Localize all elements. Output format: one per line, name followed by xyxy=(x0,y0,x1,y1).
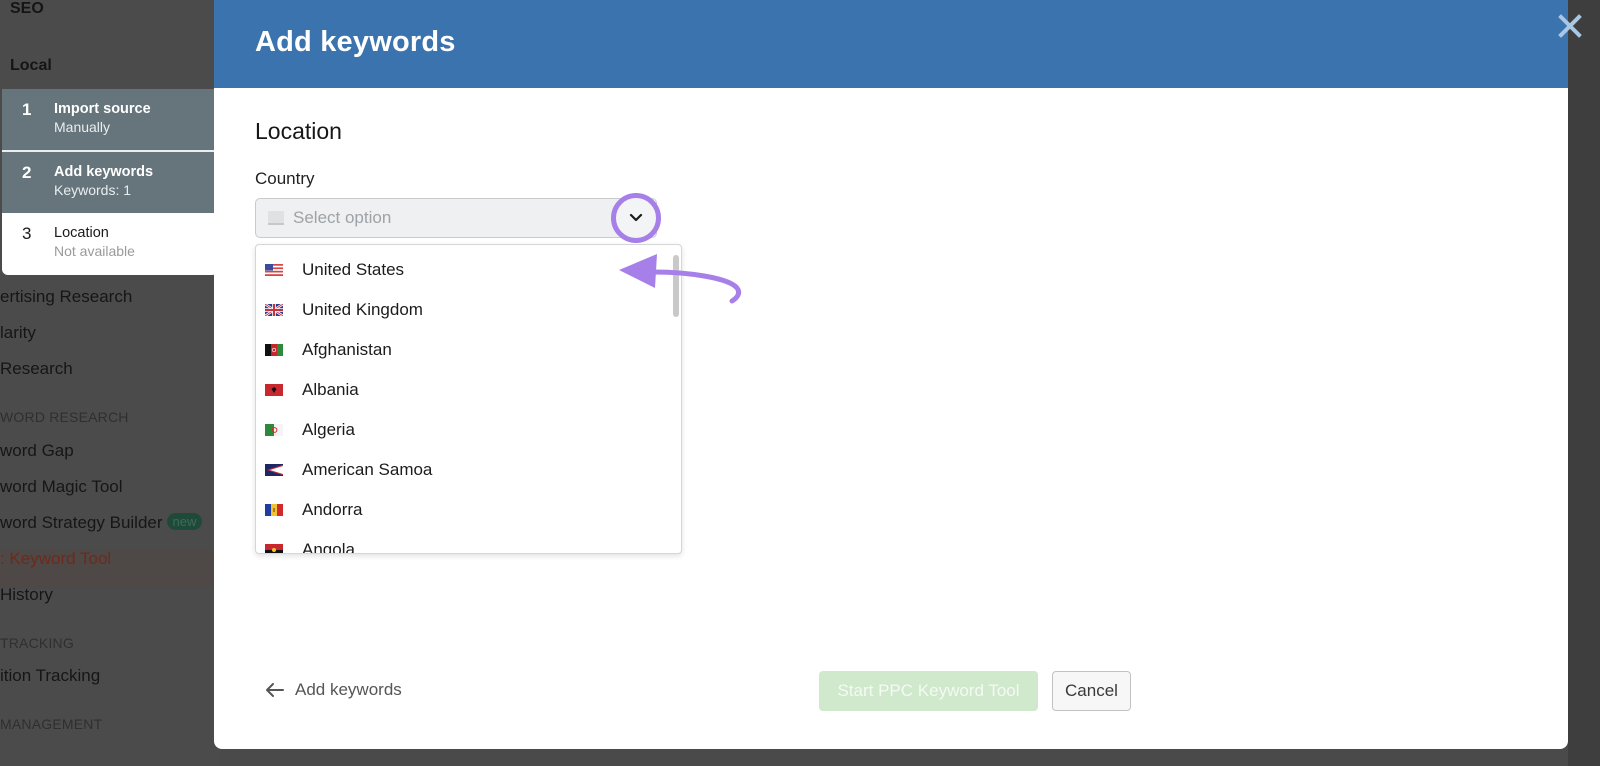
sidebar-item-label: word Strategy Builder xyxy=(0,513,163,532)
option-united-states[interactable]: United States xyxy=(256,250,671,290)
step-number: 3 xyxy=(22,224,32,243)
sidebar-heading-local: Local xyxy=(10,57,52,74)
step-number: 1 xyxy=(22,100,32,119)
option-american-samoa[interactable]: American Samoa xyxy=(256,450,671,490)
sidebar-item-ppc-keyword-tool[interactable]: : Keyword Tool xyxy=(0,549,111,569)
step-title: Location xyxy=(54,225,109,241)
sidebar-item-keyword-strategy-builder[interactable]: word Strategy Builder new xyxy=(0,513,203,533)
option-angola[interactable]: Angola xyxy=(256,530,671,554)
sidebar-heading-seo: SEO xyxy=(10,0,44,17)
start-ppc-keyword-tool-button[interactable]: Start PPC Keyword Tool xyxy=(819,671,1038,711)
close-icon xyxy=(1558,14,1582,38)
option-albania[interactable]: Albania xyxy=(256,370,671,410)
ad-flag-icon xyxy=(265,504,283,516)
step-title: Import source xyxy=(54,101,151,117)
sidebar-section-keyword-research: WORD RESEARCH xyxy=(0,409,129,425)
new-badge: new xyxy=(166,513,203,530)
sidebar-item-position-tracking[interactable]: ition Tracking xyxy=(0,666,100,686)
as-flag-icon xyxy=(265,464,283,476)
dropdown-scrollbar[interactable] xyxy=(673,255,679,317)
sidebar-item-research[interactable]: Research xyxy=(0,359,73,379)
option-label: Afghanistan xyxy=(302,340,392,359)
al-flag-icon xyxy=(265,384,283,396)
step-location: 3 Location Not available xyxy=(2,213,218,275)
ao-flag-icon xyxy=(265,544,283,553)
flag-placeholder-icon xyxy=(268,211,284,225)
wizard-steps: 1 Import source Manually 2 Add keywords … xyxy=(2,89,218,275)
sidebar-item-keyword-magic-tool[interactable]: word Magic Tool xyxy=(0,477,123,497)
background-overlay-right xyxy=(1568,0,1600,766)
option-united-kingdom[interactable]: United Kingdom xyxy=(256,290,671,330)
option-label: Algeria xyxy=(302,420,355,439)
arrow-left-icon xyxy=(266,683,284,697)
add-keywords-modal: Add keywords Location Country Select opt… xyxy=(214,0,1582,749)
sidebar-item-keyword-gap[interactable]: word Gap xyxy=(0,441,74,461)
step-subtitle: Not available xyxy=(54,243,135,259)
option-label: American Samoa xyxy=(302,460,433,479)
af-flag-icon xyxy=(265,344,283,356)
modal-header: Add keywords xyxy=(214,0,1582,88)
sidebar-section-management: MANAGEMENT xyxy=(0,716,103,732)
us-flag-icon xyxy=(265,264,283,276)
step-title: Add keywords xyxy=(54,164,154,180)
select-placeholder: Select option xyxy=(293,208,392,227)
close-button[interactable] xyxy=(1556,12,1584,40)
option-label: United States xyxy=(302,260,405,279)
step-subtitle: Keywords: 1 xyxy=(54,182,132,198)
country-dropdown-list[interactable]: United States United Kingdom Afghanistan xyxy=(255,244,682,554)
dropdown-toggle-button[interactable] xyxy=(611,193,661,243)
sidebar-item-clarity[interactable]: larity xyxy=(0,323,36,343)
back-to-add-keywords-link[interactable]: Add keywords xyxy=(265,680,402,700)
dz-flag-icon xyxy=(265,424,283,436)
step-add-keywords[interactable]: 2 Add keywords Keywords: 1 xyxy=(2,152,218,214)
option-label: Albania xyxy=(302,380,359,399)
section-title-location: Location xyxy=(255,118,342,144)
option-label: United Kingdom xyxy=(302,300,423,319)
modal-title: Add keywords xyxy=(255,26,456,58)
option-label: Angola xyxy=(302,540,355,554)
country-select[interactable]: Select option xyxy=(255,198,657,238)
uk-flag-icon xyxy=(265,304,283,316)
chevron-down-icon xyxy=(629,213,643,222)
option-algeria[interactable]: Algeria xyxy=(256,410,671,450)
step-import-source[interactable]: 1 Import source Manually xyxy=(2,89,218,151)
option-label: Andorra xyxy=(302,500,363,519)
option-afghanistan[interactable]: Afghanistan xyxy=(256,330,671,370)
option-andorra[interactable]: Andorra xyxy=(256,490,671,530)
sidebar-section-tracking: TRACKING xyxy=(0,635,74,651)
country-label: Country xyxy=(255,169,315,188)
back-link-label: Add keywords xyxy=(295,680,402,699)
sidebar-item-advertising-research[interactable]: ertising Research xyxy=(0,287,132,307)
step-subtitle: Manually xyxy=(54,119,111,135)
sidebar-item-history[interactable]: History xyxy=(0,585,53,605)
step-number: 2 xyxy=(22,163,32,182)
cancel-button[interactable]: Cancel xyxy=(1052,671,1131,711)
